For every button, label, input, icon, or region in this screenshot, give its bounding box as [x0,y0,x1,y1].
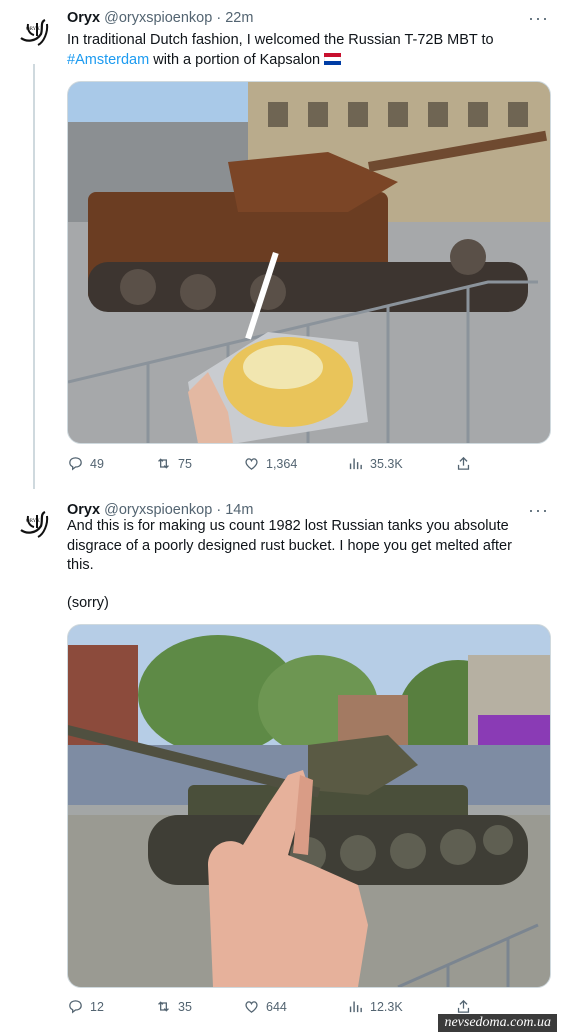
share-icon [457,999,470,1013]
retweet-icon [158,1001,169,1012]
author-handle[interactable]: @oryxspioenkop [104,502,212,518]
oryx-logo-icon: ORYX [14,12,54,52]
retweet-count: 75 [178,456,192,471]
views-button[interactable]: 12.3K [347,998,403,1015]
tweet-text-sorry: (sorry) [67,595,109,611]
oryx-logo-icon: ORYX [14,504,54,544]
photo-illustration [68,82,550,443]
reply-button[interactable]: 12 [67,998,104,1015]
retweet-count: 35 [178,999,192,1014]
author-name[interactable]: Oryx [67,502,100,518]
timestamp[interactable]: · 14m [216,502,253,518]
tweet-header: Oryx @oryxspioenkop · 22m [67,10,253,26]
like-button[interactable]: 644 [243,998,287,1015]
tweet-1[interactable]: ORYX Oryx @oryxspioenkop · 22m ··· In tr… [0,0,561,490]
retweet-button[interactable]: 35 [155,998,192,1015]
like-icon [245,458,258,470]
retweet-icon [158,458,169,469]
like-count: 644 [266,999,287,1014]
like-button[interactable]: 1,364 [243,455,297,472]
reply-icon [69,457,82,471]
like-count: 1,364 [266,456,298,471]
views-icon [349,1001,362,1013]
timestamp[interactable]: · 22m [216,10,253,26]
tweet-2[interactable]: ORYX Oryx @oryxspioenkop · 14m ··· And t… [0,492,561,1034]
reply-count: 12 [90,999,104,1014]
author-name[interactable]: Oryx [67,10,100,26]
avatar[interactable]: ORYX [14,12,54,52]
author-handle[interactable]: @oryxspioenkop [104,10,212,26]
watermark: nevsedoma.com.ua [438,1014,557,1032]
tweet-text: And this is for making us count 1982 los… [67,518,512,573]
share-button[interactable] [455,455,472,472]
tweet-photo-tank-gesture[interactable] [67,624,551,988]
tweet-header: Oryx @oryxspioenkop · 14m [67,502,253,518]
photo-illustration [68,625,550,987]
reply-count: 49 [90,456,104,471]
action-bar: 12 35 644 12.3K [67,998,487,1018]
svg-text:ORYX: ORYX [26,519,40,524]
reply-icon [69,1000,82,1014]
views-button[interactable]: 35.3K [347,455,403,472]
reply-button[interactable]: 49 [67,455,104,472]
thread-line [33,64,35,489]
svg-text:ORYX: ORYX [26,27,40,32]
share-icon [457,456,470,470]
avatar[interactable]: ORYX [14,504,54,544]
like-icon [245,1001,258,1013]
share-button[interactable] [455,998,472,1015]
more-icon[interactable]: ··· [528,8,549,29]
action-bar: 49 75 1,364 35.3K [67,455,487,475]
hashtag-link[interactable]: #Amsterdam [67,52,149,68]
views-count: 12.3K [370,999,403,1014]
views-icon [349,458,362,470]
retweet-button[interactable]: 75 [155,455,192,472]
netherlands-flag-icon [323,52,342,65]
tweet-photo-tank-kapsalon[interactable] [67,81,551,444]
tweet-text: In traditional Dutch fashion, I welcomed… [67,32,494,68]
views-count: 35.3K [370,456,403,471]
